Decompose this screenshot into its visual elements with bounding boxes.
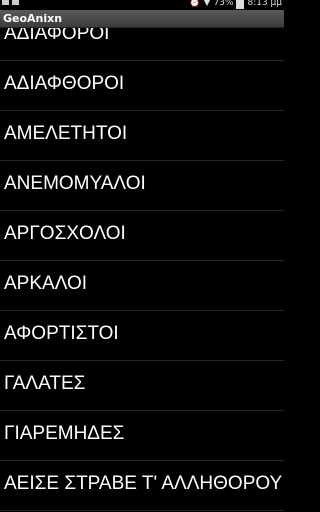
list-item[interactable]: ΑΝΕΜΟΜΥΑΛΟΙ	[0, 161, 284, 211]
clock: 8:13 μμ	[247, 0, 282, 8]
alarm-icon: ⏰	[189, 0, 201, 8]
list-item-label: ΑΡΓΟΣΧΟΛΟΙ	[4, 223, 126, 244]
image-icon	[12, 0, 19, 5]
list-item-label: ΑΡΚΑΛΟΙ	[4, 273, 88, 294]
list-item[interactable]: ΑΡΓΟΣΧΟΛΟΙ	[0, 211, 284, 261]
notification-icons	[2, 0, 19, 5]
list-item-label: ΑΜΕΛΕΤΗΤΟΙ	[4, 123, 128, 144]
list-item-label: ΑΕΙΣΕ ΣΤΡΑΒΕ Τ' ΑΛΛΗΘΟΡΟΥ	[4, 473, 283, 494]
list-item[interactable]: ΓΙΑΡΕΜΗΔΕΣ	[0, 411, 284, 461]
list-item[interactable]: ΑΡΚΑΛΟΙ	[0, 261, 284, 311]
list-item-label: ΓΑΛΑΤΕΣ	[4, 373, 86, 394]
word-list[interactable]: ΑΔΙΑΦΟΡΟΙ ΑΔΙΑΦΘΟΡΟΙ ΑΜΕΛΕΤΗΤΟΙ ΑΝΕΜΟΜΥΑ…	[0, 28, 284, 512]
list-item[interactable]: ΑΔΙΑΦΘΟΡΟΙ	[0, 61, 284, 111]
notification-icon	[2, 0, 9, 5]
list-item[interactable]: ΑΜΕΛΕΤΗΤΟΙ	[0, 111, 284, 161]
list-item[interactable]: ΑΕΙΣΕ ΣΤΡΑΒΕ Τ' ΑΛΛΗΘΟΡΟΥ	[0, 461, 284, 511]
list-item-label: ΑΔΙΑΦΟΡΟΙ	[4, 28, 110, 44]
list-item-label: ΑΝΕΜΟΜΥΑΛΟΙ	[4, 173, 146, 194]
battery-icon	[236, 0, 245, 9]
list-item-label: ΑΦΟΡΤΙΣΤΟΙ	[4, 323, 119, 344]
list-item-label: ΓΙΑΡΕΜΗΔΕΣ	[4, 423, 125, 444]
system-icons: ⏰ ▼ 73% 8:13 μμ	[189, 0, 282, 9]
title-bar: GeoAnixn	[0, 10, 284, 28]
list-item[interactable]: ΑΦΟΡΤΙΣΤΟΙ	[0, 311, 284, 361]
list-item[interactable]: ΑΔΙΑΦΟΡΟΙ	[0, 28, 284, 61]
wifi-icon: ▼	[203, 0, 211, 8]
list-item[interactable]: ΓΑΛΑΤΕΣ	[0, 361, 284, 411]
list-item-label: ΑΔΙΑΦΘΟΡΟΙ	[4, 73, 125, 94]
status-bar: ⏰ ▼ 73% 8:13 μμ	[0, 0, 284, 10]
app-title: GeoAnixn	[3, 12, 63, 25]
battery-percent: 73%	[213, 0, 234, 8]
